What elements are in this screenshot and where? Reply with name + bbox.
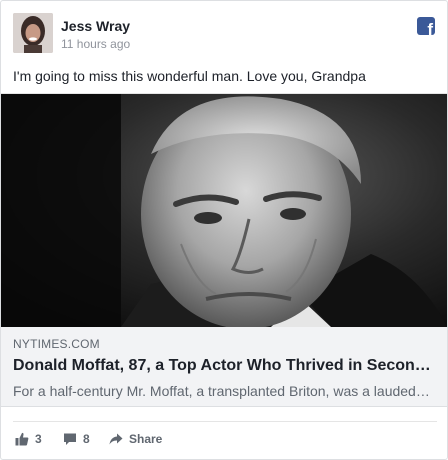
share-icon [109, 433, 123, 445]
post-timestamp[interactable]: 11 hours ago [61, 37, 130, 51]
comment-count: 8 [83, 432, 90, 446]
share-button[interactable]: Share [109, 432, 162, 446]
action-bar: 3 8 Share [13, 421, 437, 451]
post-card: Jess Wray 11 hours ago f I'm going to mi… [0, 0, 448, 460]
like-button[interactable]: 3 [15, 432, 42, 446]
facebook-icon[interactable]: f [417, 17, 435, 35]
thumbs-up-icon [15, 432, 29, 446]
comment-button[interactable]: 8 [63, 432, 90, 446]
link-preview-image[interactable] [1, 94, 447, 327]
post-text: I'm going to miss this wonderful man. Lo… [13, 68, 366, 84]
author-name[interactable]: Jess Wray [61, 18, 130, 34]
share-label: Share [129, 432, 163, 446]
link-preview[interactable]: NYTIMES.COM Donald Moffat, 87, a Top Act… [1, 93, 447, 407]
comment-icon [64, 433, 76, 445]
post-header: Jess Wray 11 hours ago f [13, 13, 437, 55]
link-title[interactable]: Donald Moffat, 87, a Top Actor Who Thriv… [13, 357, 435, 375]
like-count: 3 [35, 432, 42, 446]
link-description: For a half-century Mr. Moffat, a transpl… [13, 383, 435, 399]
link-domain: NYTIMES.COM [13, 337, 100, 351]
link-meta[interactable]: NYTIMES.COM Donald Moffat, 87, a Top Act… [13, 337, 435, 399]
avatar[interactable] [13, 13, 53, 53]
